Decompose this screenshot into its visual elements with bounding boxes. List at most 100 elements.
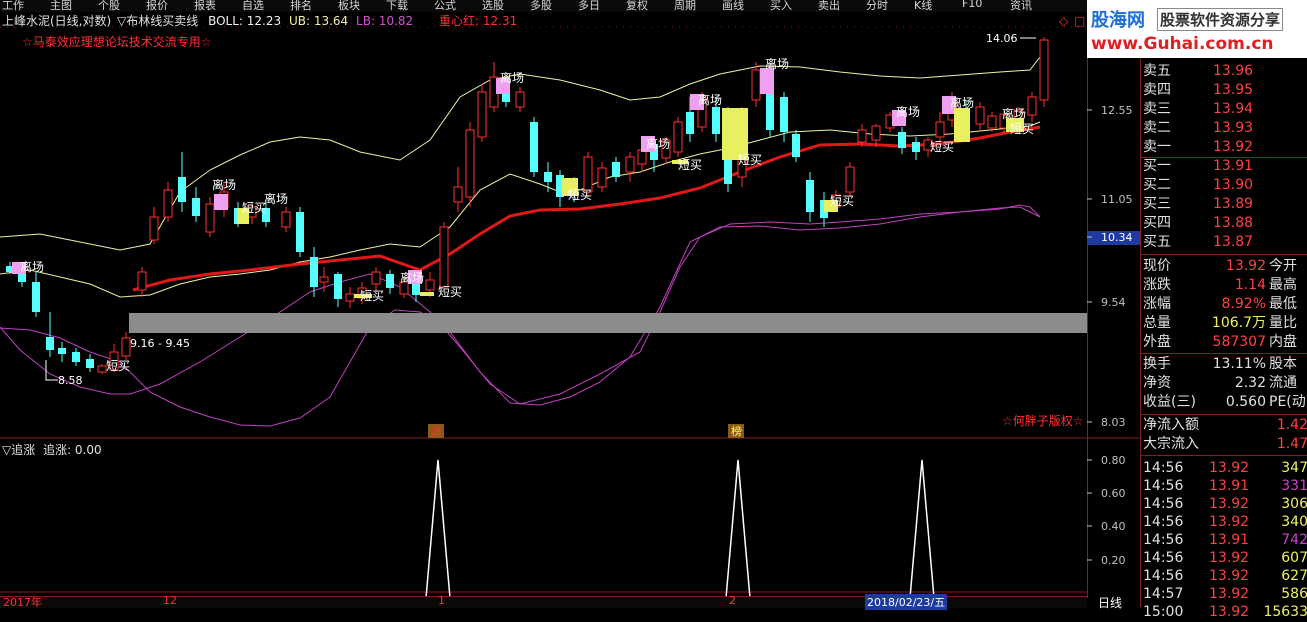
ub-value: UB: 13.64 xyxy=(288,14,349,28)
sub-chart-title[interactable]: ▽追涨 xyxy=(2,443,35,457)
sell-signal-block xyxy=(760,68,774,94)
sell-signal-label: 离场 xyxy=(500,70,524,85)
tick-time: 14:56 xyxy=(1143,550,1184,566)
candlestick[interactable] xyxy=(477,84,487,142)
tick-time: 15:00 xyxy=(1143,604,1184,620)
tick-row: 14:56 13.92 306 xyxy=(1141,495,1307,514)
bid-row[interactable]: 买三 13.89 xyxy=(1141,195,1307,214)
tick-price: 13.92 xyxy=(1209,604,1250,620)
ask-label: 卖三 xyxy=(1143,101,1171,117)
bid-row[interactable]: 买一 13.91 xyxy=(1141,157,1307,176)
logo-slogan: 股票软件资源分享 xyxy=(1157,8,1284,31)
logo-banner: 股海网 股票软件资源分享 www.Guhai.com.cn xyxy=(1087,0,1307,58)
time-label-1: 1 xyxy=(438,594,445,607)
stat-label-2: 量比 xyxy=(1269,315,1297,331)
period-label[interactable]: 日线 xyxy=(1098,594,1122,611)
indicator-name[interactable]: ▽布林线买卖线 xyxy=(117,14,198,28)
price-axis-label: 9.54 xyxy=(1101,296,1126,309)
stat-label-2: 最低 xyxy=(1269,296,1297,312)
buy-signal-label: 短买 xyxy=(242,201,266,215)
sell-signal-label: 离场 xyxy=(765,56,789,71)
price-axis-label: 11.05 xyxy=(1101,193,1133,206)
ask-row[interactable]: 卖二 13.93 xyxy=(1141,119,1307,138)
ask-row[interactable]: 卖四 13.95 xyxy=(1141,81,1307,100)
tick-price: 13.91 xyxy=(1209,478,1250,494)
bid-row[interactable]: 买五 13.87 xyxy=(1141,233,1307,252)
flow-row: 大宗流入 1.47 xyxy=(1141,435,1307,454)
stat-value: 13.11% xyxy=(1212,356,1266,372)
tick-row: 14:56 13.92 347 xyxy=(1141,459,1307,478)
stat-label-2: 股本 xyxy=(1269,356,1297,372)
ask-label: 卖四 xyxy=(1143,82,1171,98)
candlestick[interactable] xyxy=(673,117,683,157)
buy-signal-label: 短买 xyxy=(678,158,702,172)
candlestick[interactable] xyxy=(97,364,107,374)
time-label-12: 12 xyxy=(163,594,177,607)
buy-signal-label: 短买 xyxy=(360,289,384,303)
sell-signal-label: 离场 xyxy=(646,136,670,151)
flow-value: 1.42 xyxy=(1276,417,1307,433)
stat-row: 涨幅 8.92% 最低 xyxy=(1141,295,1307,314)
stat-value: 13.92 xyxy=(1225,258,1266,274)
candlestick[interactable] xyxy=(439,222,449,292)
band-range-label: 9.16 - 9.45 xyxy=(130,337,190,350)
stat-label: 涨跌 xyxy=(1143,277,1171,293)
tick-volume: 742 xyxy=(1281,532,1307,548)
tick-row: 15:00 13.92 15633 xyxy=(1141,603,1307,622)
stat-label: 涨幅 xyxy=(1143,296,1171,312)
ask-row[interactable]: 卖三 13.94 xyxy=(1141,100,1307,119)
bid-row[interactable]: 买四 13.88 xyxy=(1141,214,1307,233)
stat-row: 涨跌 1.14 最高 xyxy=(1141,276,1307,295)
stat-value: 1.14 xyxy=(1234,277,1266,293)
flow-value: 1.47 xyxy=(1276,436,1307,452)
kline-chart[interactable]: 离场离场离场离场离场离场离场离场离场离场离场短买短买短买 短买短买短买 短买短买短买… xyxy=(0,12,1087,598)
tick-time: 14:56 xyxy=(1143,496,1184,512)
tick-price: 13.92 xyxy=(1209,514,1250,530)
candlestick[interactable] xyxy=(530,117,538,177)
tick-row: 14:56 13.92 627 xyxy=(1141,567,1307,586)
ask-price: 13.93 xyxy=(1213,120,1254,136)
stat-label: 外盘 xyxy=(1143,334,1171,350)
price-axis-label: 10.34 xyxy=(1101,231,1133,244)
menu-item[interactable]: F10 xyxy=(962,0,982,10)
stat-value: 106.7万 xyxy=(1211,315,1266,331)
stat-value: 0.560 xyxy=(1225,394,1266,410)
quote-divider xyxy=(1141,455,1307,456)
diamond-icon[interactable]: ◇ xyxy=(1059,14,1068,28)
ask-price: 13.95 xyxy=(1213,82,1254,98)
candlestick[interactable] xyxy=(1039,37,1049,107)
stock-name[interactable]: 上峰水泥(日线,对数) xyxy=(2,14,111,28)
sub-axis-label: 0.40 xyxy=(1101,520,1126,533)
ask-row[interactable]: 卖一 13.92 xyxy=(1141,138,1307,157)
sub-chart-value: 追涨: 0.00 xyxy=(43,443,102,457)
window-icon[interactable]: □ xyxy=(1074,14,1085,28)
tick-price: 13.92 xyxy=(1209,568,1250,584)
buy-signal-label: 短买 xyxy=(738,153,762,167)
stat-label: 现价 xyxy=(1143,258,1171,274)
tick-price: 13.92 xyxy=(1209,460,1250,476)
buy-signal-label: 短买 xyxy=(930,140,954,154)
ask-label: 卖一 xyxy=(1143,139,1171,155)
buy-signal-label: 短买 xyxy=(1010,122,1034,136)
stat-row: 收益(三) 0.560 PE(动) xyxy=(1141,393,1307,412)
tick-row: 14:56 13.91 331 xyxy=(1141,477,1307,496)
tick-price: 13.91 xyxy=(1209,532,1250,548)
flow-label: 净流入额 xyxy=(1143,417,1199,433)
tick-volume: 331 xyxy=(1281,478,1307,494)
logo-url: www.Guhai.com.cn xyxy=(1091,34,1274,54)
bid-label: 买四 xyxy=(1143,215,1171,231)
ask-row[interactable]: 卖五 13.96 xyxy=(1141,62,1307,81)
candlestick[interactable] xyxy=(465,122,475,207)
notice-text: ☆马泰效应理想论坛技术交流专用☆ xyxy=(22,35,212,49)
ask-label: 卖二 xyxy=(1143,120,1171,136)
tick-row: 14:57 13.92 586 xyxy=(1141,585,1307,604)
bid-row[interactable]: 买二 13.90 xyxy=(1141,176,1307,195)
tick-row: 14:56 13.92 607 xyxy=(1141,549,1307,568)
time-label-2: 2 xyxy=(729,594,736,607)
candlestick[interactable] xyxy=(845,162,855,197)
candlestick[interactable] xyxy=(296,207,304,257)
bid-price: 13.88 xyxy=(1213,215,1254,231)
sell-signal-label: 离场 xyxy=(896,104,920,119)
flow-row: 净流入额 1.42 xyxy=(1141,416,1307,435)
tick-time: 14:56 xyxy=(1143,532,1184,548)
